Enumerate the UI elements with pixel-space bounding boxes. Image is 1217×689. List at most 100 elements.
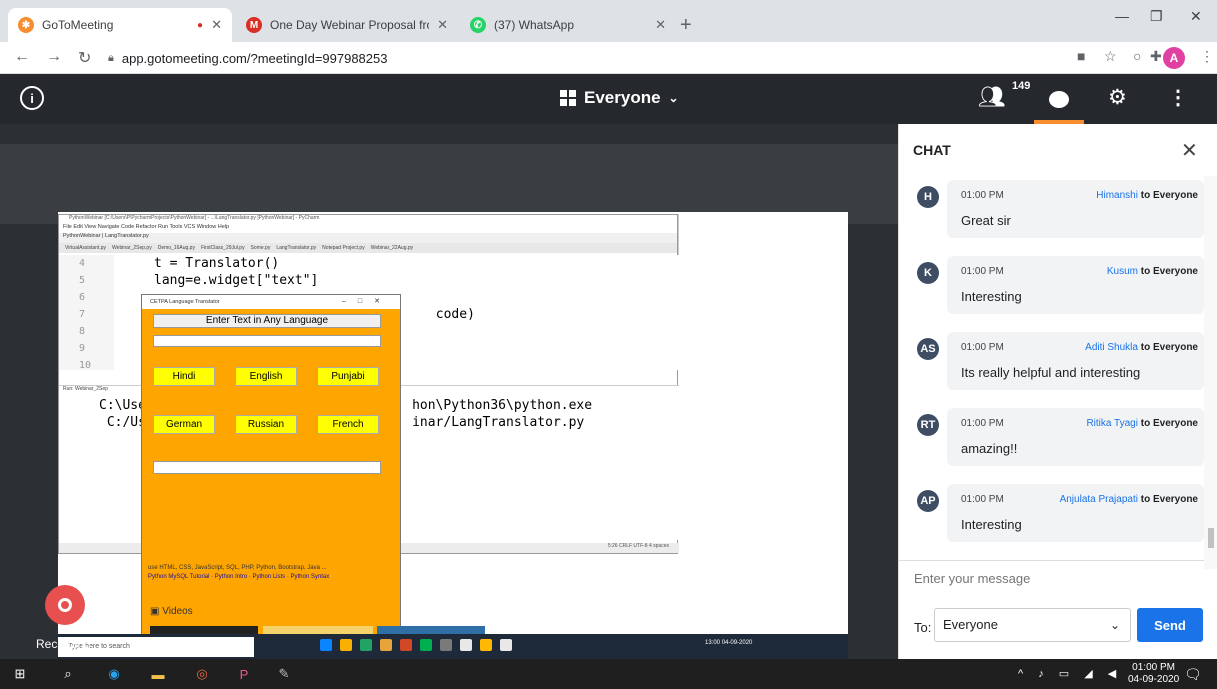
pycharm-tab: Webinar_2Sep.py (112, 245, 152, 251)
recording-dot-icon: ● (197, 19, 204, 31)
app-icon (400, 639, 412, 651)
punjabi-button[interactable]: Punjabi (317, 367, 379, 386)
meeting-header: i Everyone ⌄ 👥︎ 149 ⚙ ⋮ (0, 74, 1217, 124)
message-sender: Himanshi to Everyone (1096, 190, 1198, 201)
recipient-select[interactable]: Everyone ⌄ (934, 608, 1131, 642)
file-explorer-icon[interactable]: ▬ (150, 666, 166, 682)
info-icon[interactable]: i (20, 86, 44, 110)
pycharm-tab: FirstClass_29Jul.py (200, 245, 245, 251)
line-number: 8 (79, 326, 86, 337)
gotomeeting-icon: ✱ (18, 17, 34, 33)
recipient: to Everyone (1140, 418, 1198, 429)
line-number: 6 (79, 292, 86, 303)
message-card: 01:00 PM Himanshi to Everyone Great sir (947, 180, 1204, 238)
folder-icon (380, 639, 392, 651)
message-time: 01:00 PM (961, 494, 1004, 505)
camera-icon[interactable]: ■ (1077, 48, 1085, 64)
windows-start-icon[interactable]: ⊞ (12, 666, 28, 682)
close-tab-icon[interactable]: ✕ (211, 17, 222, 33)
message-time: 01:00 PM (961, 342, 1004, 353)
profile-avatar[interactable]: A (1163, 47, 1185, 69)
edge-icon (320, 639, 332, 651)
chrome-icon[interactable]: ◎ (194, 666, 210, 682)
tab-gmail[interactable]: M One Day Webinar Proposal from ✕ (236, 8, 458, 42)
french-button[interactable]: French (317, 415, 379, 434)
forward-icon[interactable]: → (46, 48, 62, 66)
avatar: H (917, 186, 939, 208)
sender-name: Kusum (1106, 266, 1138, 277)
tab-title: GoToMeeting (42, 18, 114, 32)
videos-label: Videos (162, 606, 193, 617)
chat-scrollbar[interactable] (1204, 176, 1217, 569)
close-tab-icon[interactable]: ✕ (437, 17, 448, 33)
record-button[interactable] (45, 585, 85, 625)
send-button[interactable]: Send (1137, 608, 1203, 642)
app-icon (420, 639, 432, 651)
close-tab-icon[interactable]: ✕ (655, 17, 666, 33)
message-sender: Anjulata Prajapati to Everyone (1060, 494, 1198, 505)
line-gutter: 4 5 6 7 8 9 10 (59, 255, 114, 371)
message-text: Interesting (961, 517, 1022, 532)
chat-message: AP 01:00 PM Anjulata Prajapati to Everyo… (913, 484, 1204, 548)
translator-window-controls[interactable]: –□✕ (342, 297, 392, 305)
translator-input[interactable] (153, 335, 381, 347)
pycharm-tabs: VirtualAssistant.py Webinar_2Sep.py Demo… (59, 243, 677, 253)
inner-clock: 13:00 04-09-2020 (705, 640, 752, 646)
close-window-icon[interactable]: ✕ (1190, 8, 1202, 25)
chevron-down-icon: ⌄ (1109, 618, 1120, 632)
videos-section: ▣ Videos (150, 606, 193, 617)
reload-icon[interactable]: ↻ (78, 48, 91, 68)
restore-icon[interactable]: ❐ (1150, 8, 1163, 25)
taskbar-clock[interactable]: 01:00 PM 04-09-2020 (1128, 662, 1179, 686)
recipient: to Everyone (1140, 266, 1198, 277)
puzzle-icon[interactable]: ✚ (1150, 48, 1162, 65)
close-chat-icon[interactable]: ✕ (1181, 138, 1198, 163)
app-icon (460, 639, 472, 651)
message-time: 01:00 PM (961, 190, 1004, 201)
app-icon (440, 639, 452, 651)
search-icon[interactable]: ⌕ (60, 666, 76, 682)
hindi-button[interactable]: Hindi (153, 367, 215, 386)
new-tab-button[interactable]: + (680, 14, 692, 37)
audience-selector[interactable]: Everyone ⌄ (560, 88, 679, 108)
app-icon (500, 639, 512, 651)
avatar: AS (917, 338, 939, 360)
app-icon[interactable]: ✎ (276, 666, 292, 682)
recipient: to Everyone (1140, 190, 1198, 201)
translator-header-label: Enter Text in Any Language (153, 314, 381, 328)
code-line: t = Translator() (154, 256, 280, 271)
pycharm-breadcrumb: PythonWebinar | LangTranslator.py (59, 233, 677, 243)
notification-icon[interactable]: 🗨︎ (1184, 666, 1202, 683)
message-input[interactable] (899, 561, 1189, 595)
chat-toggle-button[interactable] (1034, 74, 1084, 124)
more-options-icon[interactable]: ⋮ (1168, 85, 1188, 110)
scrollbar-thumb[interactable] (1208, 528, 1214, 548)
recipient: to Everyone (1140, 494, 1198, 505)
edge-icon[interactable]: ◉ (106, 666, 122, 682)
menu-dots-icon[interactable]: ⋮ (1200, 48, 1214, 65)
url-field[interactable]: 🔒︎ app.gotomeeting.com/?meetingId=997988… (108, 46, 988, 70)
settings-gear-icon[interactable]: ⚙ (1108, 85, 1127, 110)
extension-icon[interactable]: ○ (1133, 48, 1141, 64)
web-snippet-line: use HTML, CSS, JavaScript, SQL, PHP, Pyt… (148, 565, 327, 571)
system-tray[interactable]: ^ ♪ ▭ ◢ ◀ (1018, 667, 1122, 680)
message-text: Interesting (961, 289, 1022, 304)
message-card: 01:00 PM Ritika Tyagi to Everyone amazin… (947, 408, 1204, 466)
powerpoint-icon[interactable]: P (236, 666, 252, 682)
minimize-icon[interactable]: — (1115, 8, 1129, 24)
russian-button[interactable]: Russian (235, 415, 297, 434)
browser-window-fragment (678, 214, 848, 294)
german-button[interactable]: German (153, 415, 215, 434)
attendees-icon[interactable]: 👥︎ (978, 84, 1006, 110)
message-input-area (899, 560, 1204, 596)
tab-whatsapp[interactable]: ✆ (37) WhatsApp ✕ (460, 8, 676, 42)
attendee-count: 149 (1012, 80, 1031, 92)
back-icon[interactable]: ← (14, 48, 30, 66)
tab-gotomeeting[interactable]: ✱ GoToMeeting ● ✕ (8, 8, 232, 42)
message-sender: Aditi Shukla to Everyone (1085, 342, 1198, 353)
message-text: Its really helpful and interesting (961, 365, 1141, 380)
pycharm-tab: VirtualAssistant.py (65, 245, 107, 251)
windows-taskbar: ⊞ ⌕ ◉ ▬ ◎ P ✎ ^ ♪ ▭ ◢ ◀ 01:00 PM 04-09-2… (0, 659, 1217, 689)
bookmark-star-icon[interactable]: ☆ (1104, 48, 1117, 65)
english-button[interactable]: English (235, 367, 297, 386)
